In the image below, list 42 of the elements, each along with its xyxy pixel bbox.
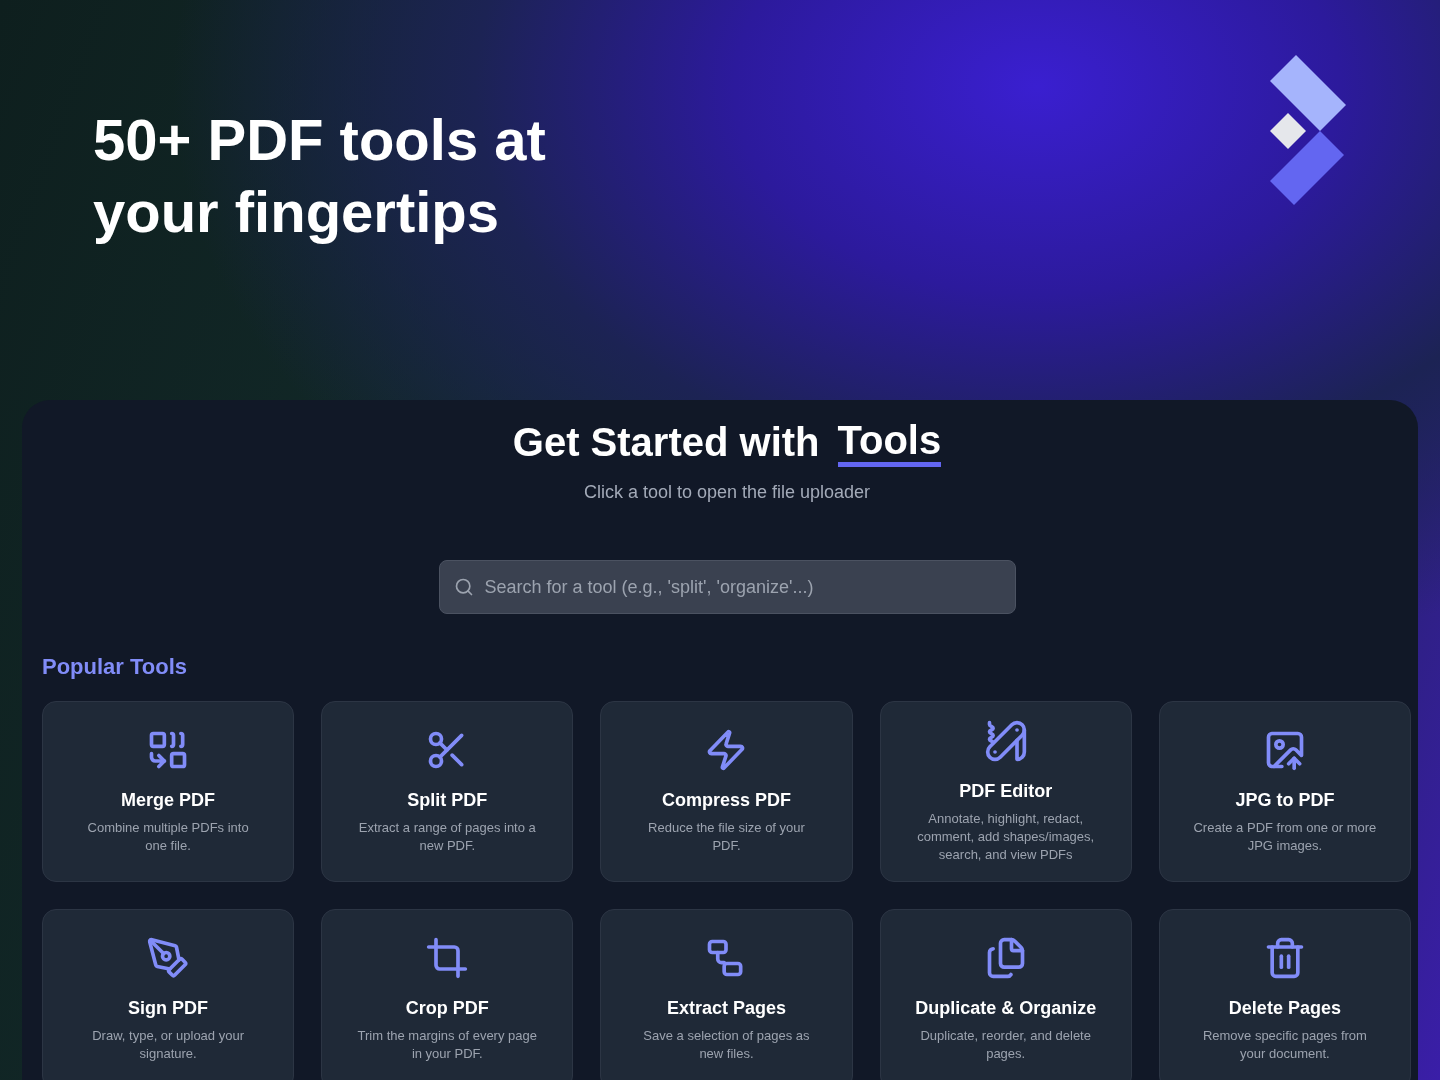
tool-card[interactable]: Merge PDF Combine multiple PDFs into one file. bbox=[42, 701, 295, 882]
subtitle: Click a tool to open the file uploader bbox=[583, 481, 871, 504]
search-field[interactable]: Search for a tool (e.g., 'split', 'organize'...) bbox=[438, 560, 1016, 614]
tool-description: Draw, type, or upload your signature. bbox=[91, 1027, 245, 1063]
tool-description: Annotate, highlight, redact, comment, add shapes/images, search, and view PDFs bbox=[916, 810, 1096, 864]
tool-title: Merge PDF bbox=[121, 789, 216, 812]
pen-nib-icon bbox=[146, 936, 191, 980]
tool-title: Sign PDF bbox=[128, 997, 209, 1020]
section-heading-highlight: Tools bbox=[837, 418, 942, 467]
tool-title: JPG to PDF bbox=[1235, 789, 1335, 812]
tool-description: Extract a range of pages into a new PDF. bbox=[357, 819, 537, 855]
tool-card[interactable]: Crop PDF Trim the margins of every page in your PDF. bbox=[321, 909, 574, 1080]
section-title: Popular Tools bbox=[42, 654, 188, 679]
tool-description: Reduce the file size of your PDF. bbox=[647, 819, 806, 855]
hero-title: your fingertips bbox=[93, 178, 501, 246]
tool-card[interactable]: JPG to PDF Create a PDF from one or more JPG images. bbox=[1158, 701, 1411, 882]
tool-card[interactable]: Delete Pages Remove specific pages from your document. bbox=[1158, 909, 1411, 1080]
tool-description: Trim the margins of every page in your PDF. bbox=[356, 1027, 538, 1063]
tool-card[interactable]: Sign PDF Draw, type, or upload your signature. bbox=[42, 909, 295, 1080]
tool-card[interactable]: PDF Editor Annotate, highlight, redact, comment, add shapes/images, search, and view PDFs bbox=[879, 701, 1132, 882]
tool-description: Combine multiple PDFs into one file. bbox=[86, 819, 250, 855]
tool-title: Compress PDF bbox=[661, 789, 791, 812]
tool-card[interactable]: Compress PDF Reduce the file size of your PDF. bbox=[600, 701, 853, 882]
tool-description: Duplicate, reorder, and delete pages. bbox=[919, 1027, 1092, 1063]
tool-description: Remove specific pages from your document. bbox=[1201, 1027, 1368, 1063]
logo-icon bbox=[1268, 55, 1346, 205]
tool-title: Duplicate & Organize bbox=[915, 997, 1097, 1020]
hero-title: 50+ PDF tools at bbox=[93, 106, 546, 174]
tool-card[interactable]: Split PDF Extract a range of pages into a new PDF. bbox=[321, 701, 574, 882]
tool-title: Split PDF bbox=[407, 789, 488, 812]
section-heading: Get Started with bbox=[512, 419, 820, 466]
search-icon bbox=[453, 577, 474, 597]
crop-icon bbox=[425, 936, 470, 980]
tool-title: Crop PDF bbox=[405, 997, 489, 1020]
tool-card[interactable]: Extract Pages Save a selection of pages as new files. bbox=[600, 909, 853, 1080]
tool-title: Extract Pages bbox=[666, 997, 787, 1020]
tool-description: Create a PDF from one or more JPG images. bbox=[1192, 819, 1378, 855]
tool-title: Delete Pages bbox=[1228, 997, 1341, 1020]
tool-card[interactable]: Duplicate & Organize Duplicate, reorder, and delete pages. bbox=[879, 909, 1132, 1080]
knife-icon bbox=[983, 719, 1028, 763]
tool-title: PDF Editor bbox=[959, 780, 1053, 803]
tool-description: Save a selection of pages as new files. bbox=[642, 1027, 811, 1063]
